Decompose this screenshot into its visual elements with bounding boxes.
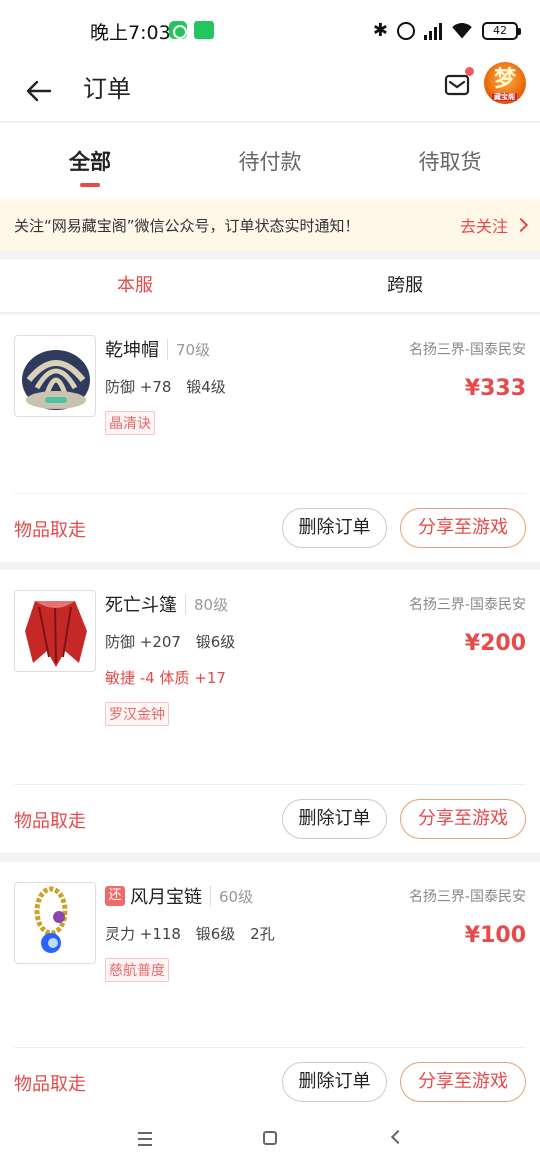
order-card: 乾坤帽 70级 名扬三界-国泰民安 ¥333 防御 +78 锻4级 晶清诀 物品… bbox=[0, 315, 540, 562]
follow-link[interactable]: 去关注 bbox=[459, 213, 529, 237]
tab-pending-pickup[interactable]: 待取货 bbox=[360, 123, 540, 199]
battery-icon: 42 bbox=[482, 21, 521, 40]
mail-icon[interactable] bbox=[444, 72, 470, 98]
signal-icon bbox=[424, 22, 442, 40]
item-tag: 慈航普度 bbox=[105, 958, 169, 982]
chevron-right-icon bbox=[513, 217, 529, 233]
order-tabs: 全部 待付款 待取货 bbox=[0, 123, 540, 199]
status-time: 晚上7:03 bbox=[90, 22, 171, 44]
video-app-icon bbox=[194, 21, 214, 39]
tab-local-server[interactable]: 本服 bbox=[0, 259, 270, 312]
message-app-icon bbox=[169, 21, 187, 39]
system-nav-bar bbox=[0, 1108, 540, 1170]
order-status: 物品取走 bbox=[14, 520, 86, 541]
tab-pending-payment[interactable]: 待付款 bbox=[180, 123, 360, 199]
follow-notice-banner: 关注“网易藏宝阁”微信公众号，订单状态实时通知！ 去关注 bbox=[0, 199, 540, 251]
item-attrs: 灵力 +118 锻6级 2孔 bbox=[105, 923, 285, 944]
delete-order-button[interactable]: 删除订单 bbox=[282, 508, 387, 548]
order-status: 物品取走 bbox=[14, 811, 86, 832]
delete-order-button[interactable]: 删除订单 bbox=[282, 799, 387, 839]
item-tag: 罗汉金钟 bbox=[105, 702, 169, 726]
item-attr: 锻6级 bbox=[195, 925, 236, 943]
divider bbox=[14, 784, 526, 785]
follow-link-label: 去关注 bbox=[459, 217, 508, 236]
bluetooth-icon: ✱ bbox=[372, 20, 388, 41]
back-nav-icon[interactable] bbox=[390, 1129, 406, 1145]
item-name[interactable]: 乾坤帽 bbox=[105, 336, 159, 362]
back-arrow-icon[interactable] bbox=[24, 76, 54, 106]
hat-icon bbox=[22, 350, 90, 410]
item-price: ¥100 bbox=[464, 923, 526, 948]
tab-all[interactable]: 全部 bbox=[0, 123, 180, 199]
item-server: 名扬三界-国泰民安 bbox=[408, 597, 526, 613]
item-attr: 防御 +207 bbox=[105, 633, 181, 651]
return-badge: 还 bbox=[105, 886, 125, 906]
server-tabs: 本服 跨服 bbox=[0, 259, 540, 313]
share-to-game-button[interactable]: 分享至游戏 bbox=[400, 799, 526, 839]
item-price: ¥333 bbox=[464, 376, 526, 401]
item-server: 名扬三界-国泰民安 bbox=[408, 889, 526, 905]
wifi-icon bbox=[451, 22, 473, 39]
item-image-necklace[interactable] bbox=[14, 882, 96, 964]
cloak-icon bbox=[25, 601, 87, 667]
item-level: 70级 bbox=[167, 338, 210, 360]
item-level: 80级 bbox=[185, 593, 228, 615]
item-attr: 2孔 bbox=[250, 925, 275, 943]
item-attr: 防御 +78 bbox=[105, 378, 172, 396]
item-level: 60级 bbox=[210, 885, 253, 907]
item-attrs: 防御 +207 锻6级 bbox=[105, 631, 245, 652]
share-to-game-button[interactable]: 分享至游戏 bbox=[400, 1062, 526, 1102]
item-tag: 晶清诀 bbox=[105, 411, 155, 435]
divider bbox=[14, 1047, 526, 1048]
item-attr: 灵力 +118 bbox=[105, 925, 181, 943]
home-icon[interactable] bbox=[263, 1131, 277, 1145]
tab-cross-server[interactable]: 跨服 bbox=[270, 259, 540, 312]
item-name-row: 乾坤帽 70级 bbox=[105, 336, 210, 362]
item-attr: 锻4级 bbox=[186, 378, 226, 396]
status-bar: 晚上7:03 ✱ 42 bbox=[0, 0, 540, 60]
header-bar: 订单 梦藏宝阁 bbox=[0, 60, 540, 122]
system-icons: ✱ 42 bbox=[372, 20, 521, 41]
order-card: 还 风月宝链 60级 名扬三界-国泰民安 ¥100 灵力 +118 锻6级 2孔… bbox=[0, 862, 540, 1108]
necklace-icon bbox=[34, 886, 68, 953]
share-to-game-button[interactable]: 分享至游戏 bbox=[400, 508, 526, 548]
delete-order-button[interactable]: 删除订单 bbox=[282, 1062, 387, 1102]
unread-dot bbox=[465, 67, 474, 76]
item-name-row: 还 风月宝链 60级 bbox=[105, 883, 253, 909]
item-price: ¥200 bbox=[464, 631, 526, 656]
item-attrs: 防御 +78 锻4级 bbox=[105, 376, 236, 397]
item-server: 名扬三界-国泰民安 bbox=[408, 342, 526, 358]
divider bbox=[14, 493, 526, 494]
item-image-hat[interactable] bbox=[14, 335, 96, 417]
item-name-row: 死亡斗篷 80级 bbox=[105, 591, 228, 617]
item-image-cloak[interactable] bbox=[14, 590, 96, 672]
item-extra-attrs: 敏捷 -4 体质 +17 bbox=[105, 669, 226, 687]
order-status: 物品取走 bbox=[14, 1074, 86, 1095]
page-title: 订单 bbox=[83, 75, 131, 103]
alarm-icon bbox=[397, 21, 415, 40]
order-card: 死亡斗篷 80级 名扬三界-国泰民安 ¥200 防御 +207 锻6级 敏捷 -… bbox=[0, 570, 540, 853]
avatar[interactable]: 梦藏宝阁 bbox=[484, 62, 526, 104]
item-attr: 锻6级 bbox=[195, 633, 236, 651]
menu-icon[interactable] bbox=[138, 1132, 152, 1150]
item-name[interactable]: 死亡斗篷 bbox=[105, 591, 177, 617]
item-name[interactable]: 风月宝链 bbox=[130, 883, 202, 909]
notice-text: 关注“网易藏宝阁”微信公众号，订单状态实时通知！ bbox=[14, 216, 360, 235]
